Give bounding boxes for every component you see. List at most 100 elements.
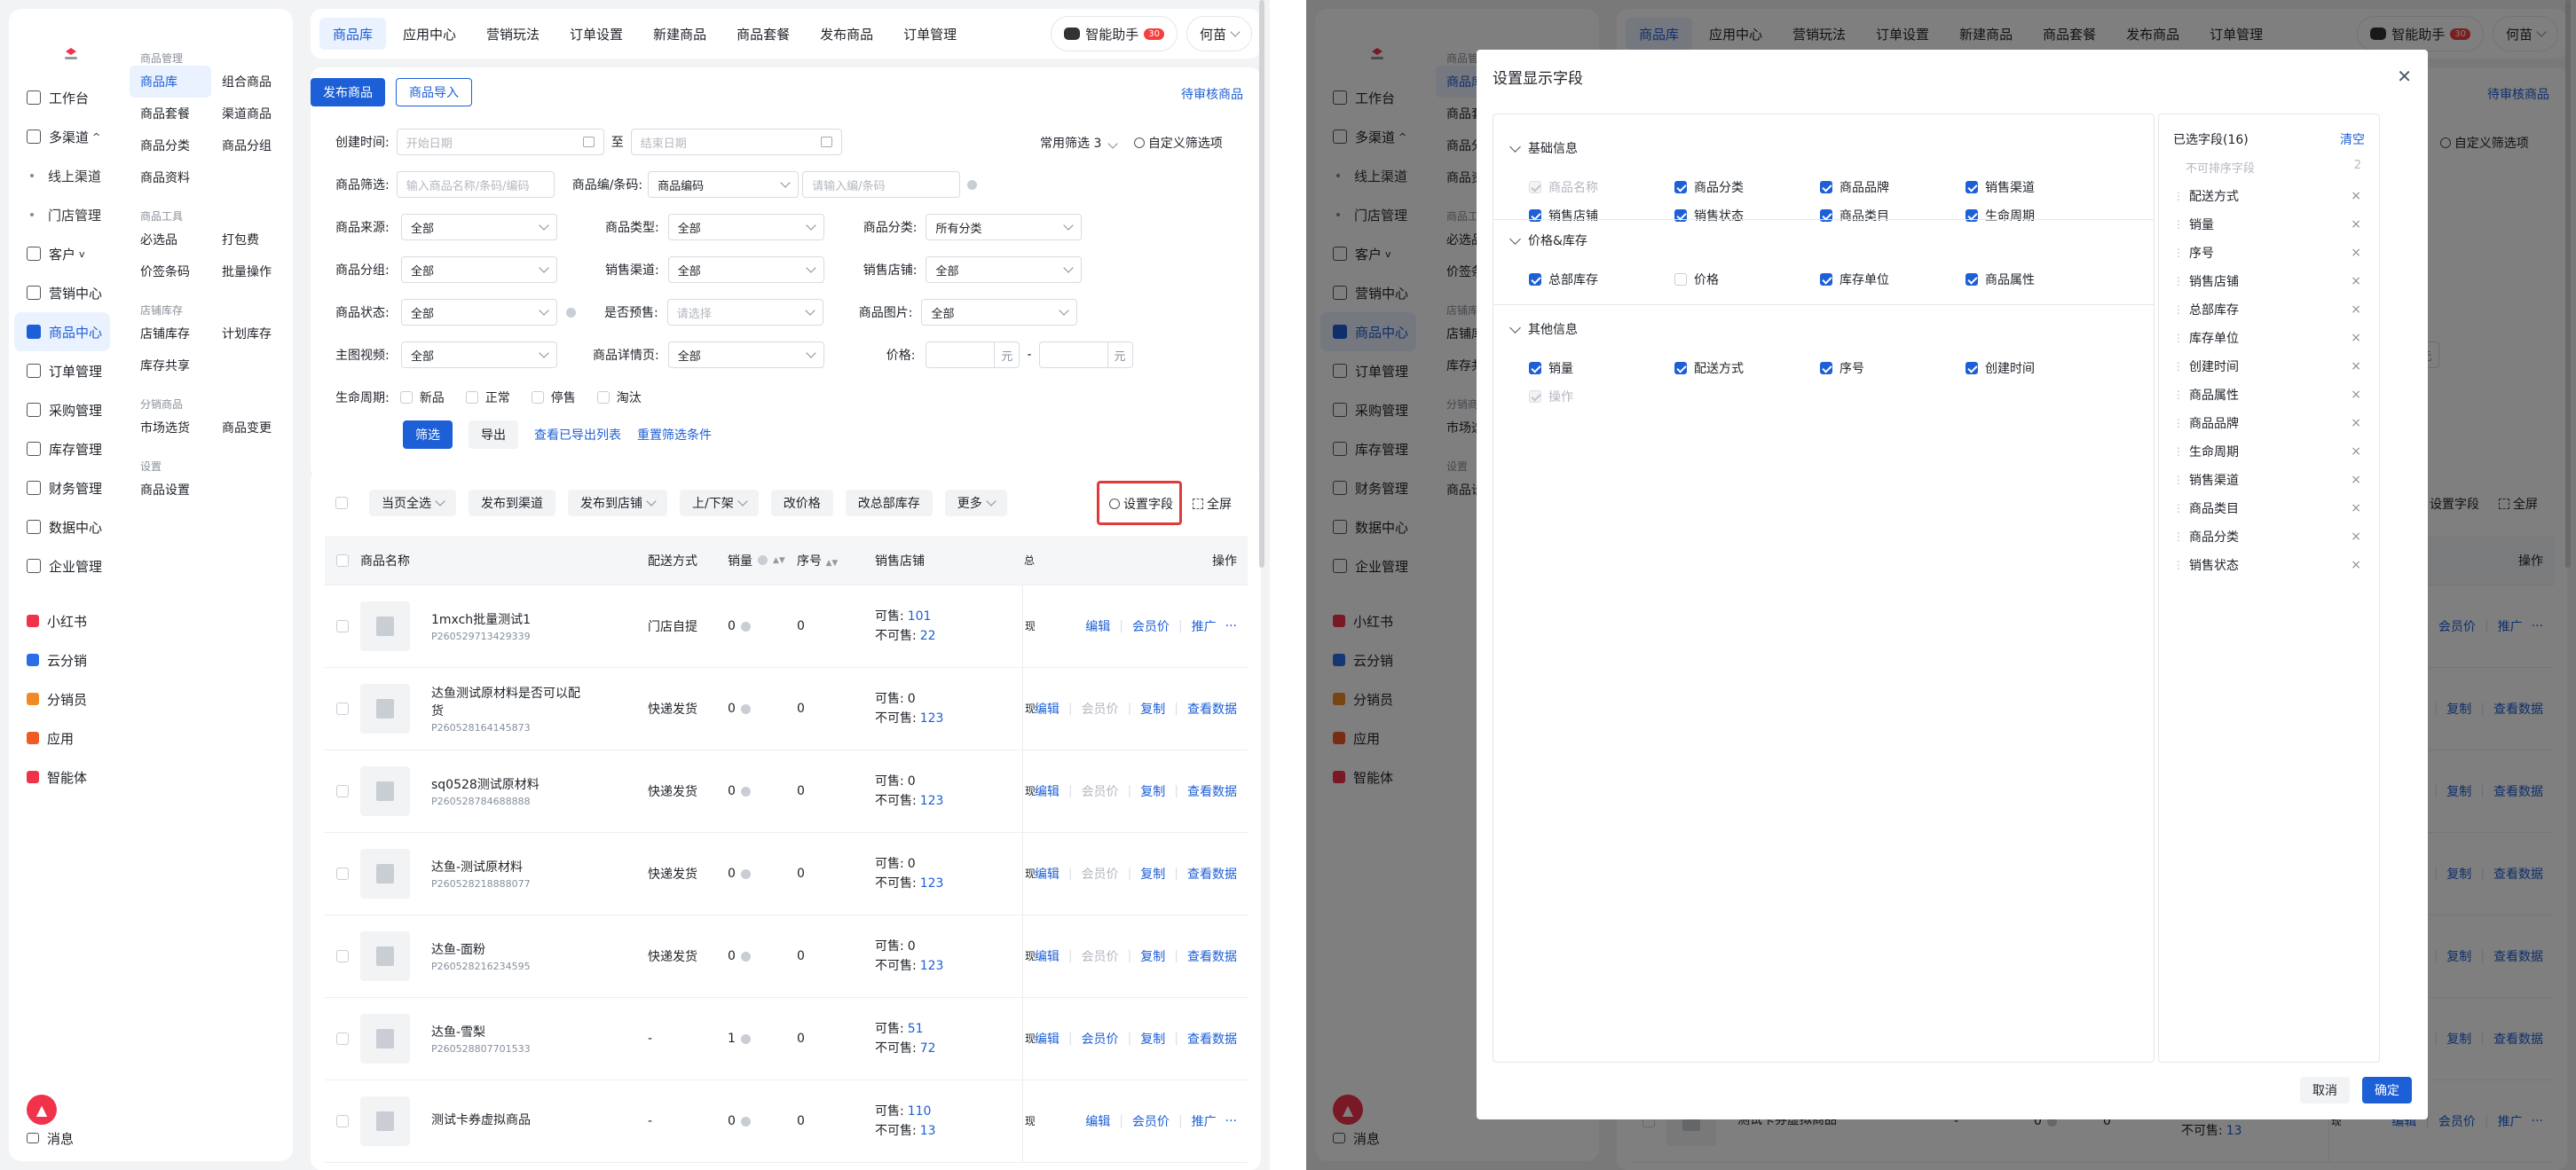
- remove-icon[interactable]: ×: [2351, 217, 2361, 232]
- sellable-value[interactable]: 0: [908, 939, 916, 954]
- subnav-item[interactable]: 打包费: [211, 224, 293, 255]
- more-icon[interactable]: ···: [1225, 1114, 1237, 1128]
- sidebar-item-11[interactable]: 数据中心: [9, 507, 115, 546]
- selected-field-item[interactable]: ⋮ 商品属性 ×: [2173, 381, 2367, 409]
- op-link[interactable]: 会员价: [1082, 865, 1119, 883]
- product-name[interactable]: 达鱼-雪梨: [431, 1024, 591, 1041]
- export-button[interactable]: 导出: [469, 420, 518, 449]
- field-checkbox[interactable]: [1820, 181, 1832, 193]
- selected-field-item[interactable]: ⋮ 销售状态 ×: [2173, 551, 2367, 579]
- drag-handle-icon[interactable]: ⋮: [2173, 247, 2184, 259]
- end-date-input[interactable]: 结束日期: [630, 129, 842, 155]
- subnav-item[interactable]: 库存共享: [130, 349, 211, 381]
- op-link[interactable]: 推广: [1192, 617, 1217, 635]
- field-option[interactable]: 销售状态: [1674, 207, 1744, 224]
- drag-handle-icon[interactable]: ⋮: [2173, 360, 2184, 373]
- tab-6[interactable]: 发布商品: [807, 18, 886, 50]
- sidebar-item-9[interactable]: 库存管理: [9, 429, 115, 468]
- subnav-item[interactable]: 组合商品: [211, 66, 293, 98]
- view-export-link[interactable]: 查看已导出列表: [534, 426, 621, 444]
- publish-product-button[interactable]: 发布商品: [311, 78, 385, 106]
- subnav-item[interactable]: 商品套餐: [130, 98, 211, 130]
- field-option[interactable]: 序号: [1820, 359, 1864, 377]
- remove-icon[interactable]: ×: [2351, 473, 2361, 487]
- field-checkbox[interactable]: [1965, 273, 1978, 286]
- sidebar-item-3[interactable]: 门店管理: [9, 195, 115, 234]
- lifecycle-option[interactable]: 停售: [531, 389, 576, 406]
- tab-7[interactable]: 订单管理: [890, 18, 970, 50]
- row-checkbox[interactable]: [336, 1115, 349, 1127]
- tab-1[interactable]: 应用中心: [390, 18, 469, 50]
- selected-field-item[interactable]: ⋮ 库存单位 ×: [2173, 324, 2367, 352]
- op-link[interactable]: 复制: [1140, 700, 1165, 718]
- lifecycle-option[interactable]: 正常: [465, 389, 510, 406]
- start-date-input[interactable]: 开始日期: [396, 129, 604, 155]
- field-option[interactable]: 商品分类: [1674, 178, 1744, 196]
- sellable-value[interactable]: 0: [908, 857, 916, 871]
- subnav-item[interactable]: 商品分类: [130, 130, 211, 161]
- sidebar-item-8[interactable]: 采购管理: [9, 390, 115, 429]
- selected-field-item[interactable]: ⋮ 创建时间 ×: [2173, 352, 2367, 381]
- remove-icon[interactable]: ×: [2351, 444, 2361, 459]
- cancel-button[interactable]: 取消: [2300, 1077, 2350, 1103]
- op-link[interactable]: 会员价: [1132, 1112, 1170, 1130]
- presale-select[interactable]: 请选择: [666, 299, 823, 326]
- source-select[interactable]: 全部: [401, 214, 557, 240]
- tab-0[interactable]: 商品库: [319, 18, 387, 50]
- group-header-0[interactable]: 基础信息: [1509, 139, 1578, 157]
- drag-handle-icon[interactable]: ⋮: [2173, 389, 2184, 401]
- op-link[interactable]: 编辑: [1085, 617, 1110, 635]
- sidebar-item-1[interactable]: 多渠道 ^: [9, 117, 115, 156]
- op-link[interactable]: 查看数据: [1187, 700, 1237, 718]
- selected-field-item[interactable]: ⋮ 序号 ×: [2173, 239, 2367, 267]
- group-select[interactable]: 全部: [401, 256, 557, 283]
- op-link[interactable]: 查看数据: [1187, 1030, 1237, 1048]
- row-checkbox[interactable]: [336, 703, 349, 715]
- selected-field-item[interactable]: ⋮ 生命周期 ×: [2173, 437, 2367, 466]
- op-link[interactable]: 编辑: [1035, 947, 1060, 965]
- confirm-button[interactable]: 确定: [2362, 1077, 2412, 1103]
- app-item-3[interactable]: 应用: [9, 718, 115, 758]
- row-checkbox[interactable]: [336, 868, 349, 880]
- op-link[interactable]: 会员价: [1082, 947, 1119, 965]
- field-option[interactable]: 总部库存: [1529, 271, 1598, 288]
- import-product-button[interactable]: 商品导入: [396, 78, 472, 106]
- drag-handle-icon[interactable]: ⋮: [2173, 559, 2184, 571]
- sellable-value[interactable]: 0: [908, 774, 916, 789]
- status-select[interactable]: 全部: [401, 299, 557, 326]
- field-checkbox[interactable]: [1529, 362, 1541, 374]
- row-checkbox[interactable]: [336, 1033, 349, 1045]
- op-link[interactable]: 推广: [1192, 1112, 1217, 1130]
- unsellable-value[interactable]: 72: [920, 1041, 936, 1056]
- field-option[interactable]: 商品品牌: [1820, 178, 1889, 196]
- op-link[interactable]: 会员价: [1082, 782, 1119, 800]
- subnav-item[interactable]: 计划库存: [211, 318, 293, 349]
- row-checkbox[interactable]: [336, 785, 349, 797]
- sidebar-item-6[interactable]: 商品中心: [14, 312, 110, 351]
- op-link[interactable]: 编辑: [1085, 1112, 1110, 1130]
- subnav-item[interactable]: 必选品: [130, 224, 211, 255]
- product-name[interactable]: 测试卡券虚拟商品: [431, 1111, 591, 1129]
- unsellable-value[interactable]: 123: [920, 959, 944, 973]
- pending-review-link[interactable]: 待审核商品: [1181, 85, 1243, 103]
- remove-icon[interactable]: ×: [2351, 359, 2361, 373]
- code-type-select[interactable]: 商品编码: [648, 171, 800, 198]
- select-page-dropdown[interactable]: 当页全选: [369, 490, 456, 516]
- product-name[interactable]: 达鱼-测试原材料: [431, 859, 591, 876]
- fullscreen-button[interactable]: 全屏: [1193, 495, 1232, 513]
- category-select[interactable]: 所有分类: [926, 214, 1083, 240]
- sidebar-item-2[interactable]: 线上渠道: [9, 156, 115, 195]
- field-option[interactable]: 销量: [1529, 359, 1573, 377]
- op-link[interactable]: 复制: [1140, 947, 1165, 965]
- field-checkbox[interactable]: [1674, 273, 1687, 286]
- op-link[interactable]: 复制: [1140, 1030, 1165, 1048]
- field-checkbox[interactable]: [1820, 362, 1832, 374]
- lifecycle-checkbox[interactable]: [596, 391, 610, 404]
- store-select[interactable]: 全部: [926, 256, 1083, 283]
- remove-icon[interactable]: ×: [2351, 246, 2361, 260]
- tab-4[interactable]: 新建商品: [640, 18, 720, 50]
- row-checkbox[interactable]: [336, 950, 349, 962]
- sidebar-item-12[interactable]: 企业管理: [9, 546, 115, 585]
- remove-icon[interactable]: ×: [2351, 274, 2361, 288]
- seq-header[interactable]: 序号 ▲▼: [797, 552, 875, 569]
